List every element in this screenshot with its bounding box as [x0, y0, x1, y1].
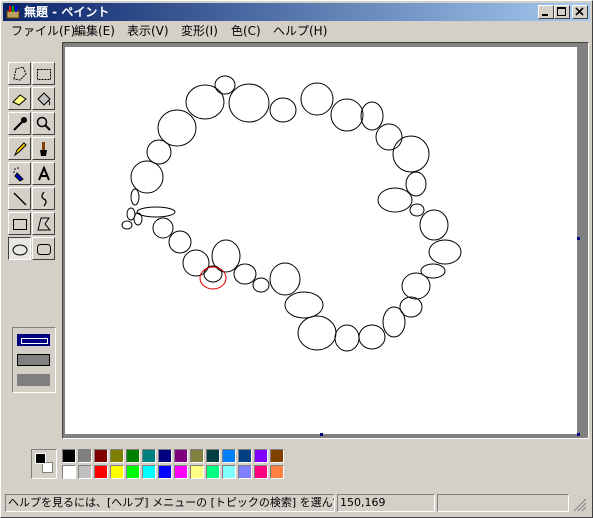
- palette-swatch[interactable]: [190, 465, 204, 479]
- palette-swatch[interactable]: [238, 449, 252, 463]
- text-icon: [38, 165, 50, 181]
- ellipse-icon: [12, 244, 28, 256]
- fill-option-outline-filled[interactable]: [17, 354, 50, 366]
- fill-style-options: [12, 327, 56, 393]
- rectangle-icon: [13, 219, 27, 230]
- status-coordinates: 150,169: [337, 494, 435, 512]
- current-colors[interactable]: [31, 449, 57, 479]
- curve-tool[interactable]: [32, 187, 55, 210]
- ellipse-tool[interactable]: [8, 237, 31, 260]
- pick-color-icon: [13, 117, 27, 131]
- palette-swatch[interactable]: [142, 465, 156, 479]
- status-size: [437, 494, 569, 512]
- rounded-rectangle-icon: [37, 244, 51, 255]
- palette-swatch[interactable]: [254, 449, 268, 463]
- select-tool[interactable]: [32, 62, 55, 85]
- palette-swatch[interactable]: [174, 449, 188, 463]
- resize-handle-corner[interactable]: [577, 433, 580, 436]
- pencil-icon: [13, 142, 27, 157]
- rectangle-tool[interactable]: [8, 212, 31, 235]
- fill-tool[interactable]: [32, 87, 55, 110]
- close-icon: [575, 7, 584, 16]
- palette-swatch[interactable]: [94, 465, 108, 479]
- close-button[interactable]: [572, 5, 588, 19]
- airbrush-tool[interactable]: [8, 162, 31, 185]
- palette-swatch[interactable]: [190, 449, 204, 463]
- menu-colors[interactable]: 色(C): [227, 24, 265, 39]
- fill-icon: [37, 92, 51, 106]
- status-help-text: ヘルプを見るには、[ヘルプ] メニューの [トピックの検索] を選んでください。: [5, 494, 335, 512]
- palette-swatch[interactable]: [206, 449, 220, 463]
- airbrush-icon: [13, 167, 24, 182]
- menu-file[interactable]: ファイル(F): [7, 24, 79, 39]
- canvas-scroll-area[interactable]: [62, 42, 589, 439]
- window-title: 無題 - ペイント: [24, 5, 110, 19]
- menu-help[interactable]: ヘルプ(H): [269, 24, 331, 39]
- palette-swatch[interactable]: [126, 449, 140, 463]
- tool-box: [3, 61, 59, 437]
- magnifier-tool[interactable]: [32, 112, 55, 135]
- palette-swatch[interactable]: [206, 465, 220, 479]
- line-icon: [13, 192, 27, 206]
- resize-handle-right[interactable]: [577, 237, 580, 240]
- paint-app-icon[interactable]: [6, 5, 20, 19]
- resize-grip-icon[interactable]: [573, 498, 587, 512]
- curve-icon: [41, 191, 47, 207]
- pick-color-tool[interactable]: [8, 112, 31, 135]
- palette-swatch[interactable]: [270, 465, 284, 479]
- palette-swatch[interactable]: [238, 465, 252, 479]
- free-form-select-icon: [13, 66, 27, 81]
- free-form-select-tool[interactable]: [8, 62, 31, 85]
- polygon-tool[interactable]: [32, 212, 55, 235]
- paint-window: 無題 - ペイント ファイル(F) 編集(E) 表示(V) 変形(I) 色(C)…: [0, 0, 593, 518]
- color-box: [3, 441, 590, 487]
- resize-handle-bottom[interactable]: [320, 433, 323, 436]
- palette-swatch[interactable]: [174, 465, 188, 479]
- palette-swatch[interactable]: [110, 449, 124, 463]
- palette-swatch[interactable]: [110, 465, 124, 479]
- brush-icon: [40, 142, 47, 156]
- palette-swatch[interactable]: [94, 449, 108, 463]
- drawing: [121, 75, 462, 352]
- title-bar[interactable]: 無題 - ペイント: [3, 3, 590, 21]
- palette-swatch[interactable]: [222, 449, 236, 463]
- eraser-icon: [12, 94, 27, 106]
- palette-swatch[interactable]: [254, 465, 268, 479]
- minimize-icon: [542, 14, 548, 16]
- rounded-rectangle-tool[interactable]: [32, 237, 55, 260]
- maximize-button[interactable]: [554, 5, 570, 19]
- palette-swatch[interactable]: [270, 449, 284, 463]
- fill-option-outline[interactable]: [17, 334, 50, 346]
- menu-edit[interactable]: 編集(E): [70, 24, 119, 39]
- foreground-color-swatch: [35, 453, 46, 464]
- status-bar: ヘルプを見るには、[ヘルプ] メニューの [トピックの検索] を選んでください。…: [3, 492, 590, 514]
- select-icon: [37, 69, 51, 80]
- minimize-button[interactable]: [538, 5, 554, 19]
- menu-bar: ファイル(F) 編集(E) 表示(V) 変形(I) 色(C) ヘルプ(H): [3, 22, 590, 41]
- palette-swatch[interactable]: [158, 449, 172, 463]
- eraser-tool[interactable]: [8, 87, 31, 110]
- palette-swatch[interactable]: [78, 449, 92, 463]
- palette-swatch[interactable]: [62, 465, 76, 479]
- menu-view[interactable]: 表示(V): [123, 24, 173, 39]
- palette-swatch[interactable]: [126, 465, 140, 479]
- palette-swatch[interactable]: [158, 465, 172, 479]
- polygon-icon: [37, 217, 52, 231]
- palette-swatch[interactable]: [62, 449, 76, 463]
- fill-option-filled[interactable]: [17, 374, 50, 386]
- brush-tool[interactable]: [32, 137, 55, 160]
- drawing-canvas[interactable]: [65, 47, 577, 434]
- pencil-tool[interactable]: [8, 137, 31, 160]
- palette-swatch[interactable]: [222, 465, 236, 479]
- maximize-icon: [557, 7, 566, 16]
- magnifier-icon: [36, 116, 51, 131]
- text-tool[interactable]: [32, 162, 55, 185]
- line-tool[interactable]: [8, 187, 31, 210]
- menu-image[interactable]: 変形(I): [177, 24, 222, 39]
- palette-swatch[interactable]: [142, 449, 156, 463]
- palette-swatch[interactable]: [78, 465, 92, 479]
